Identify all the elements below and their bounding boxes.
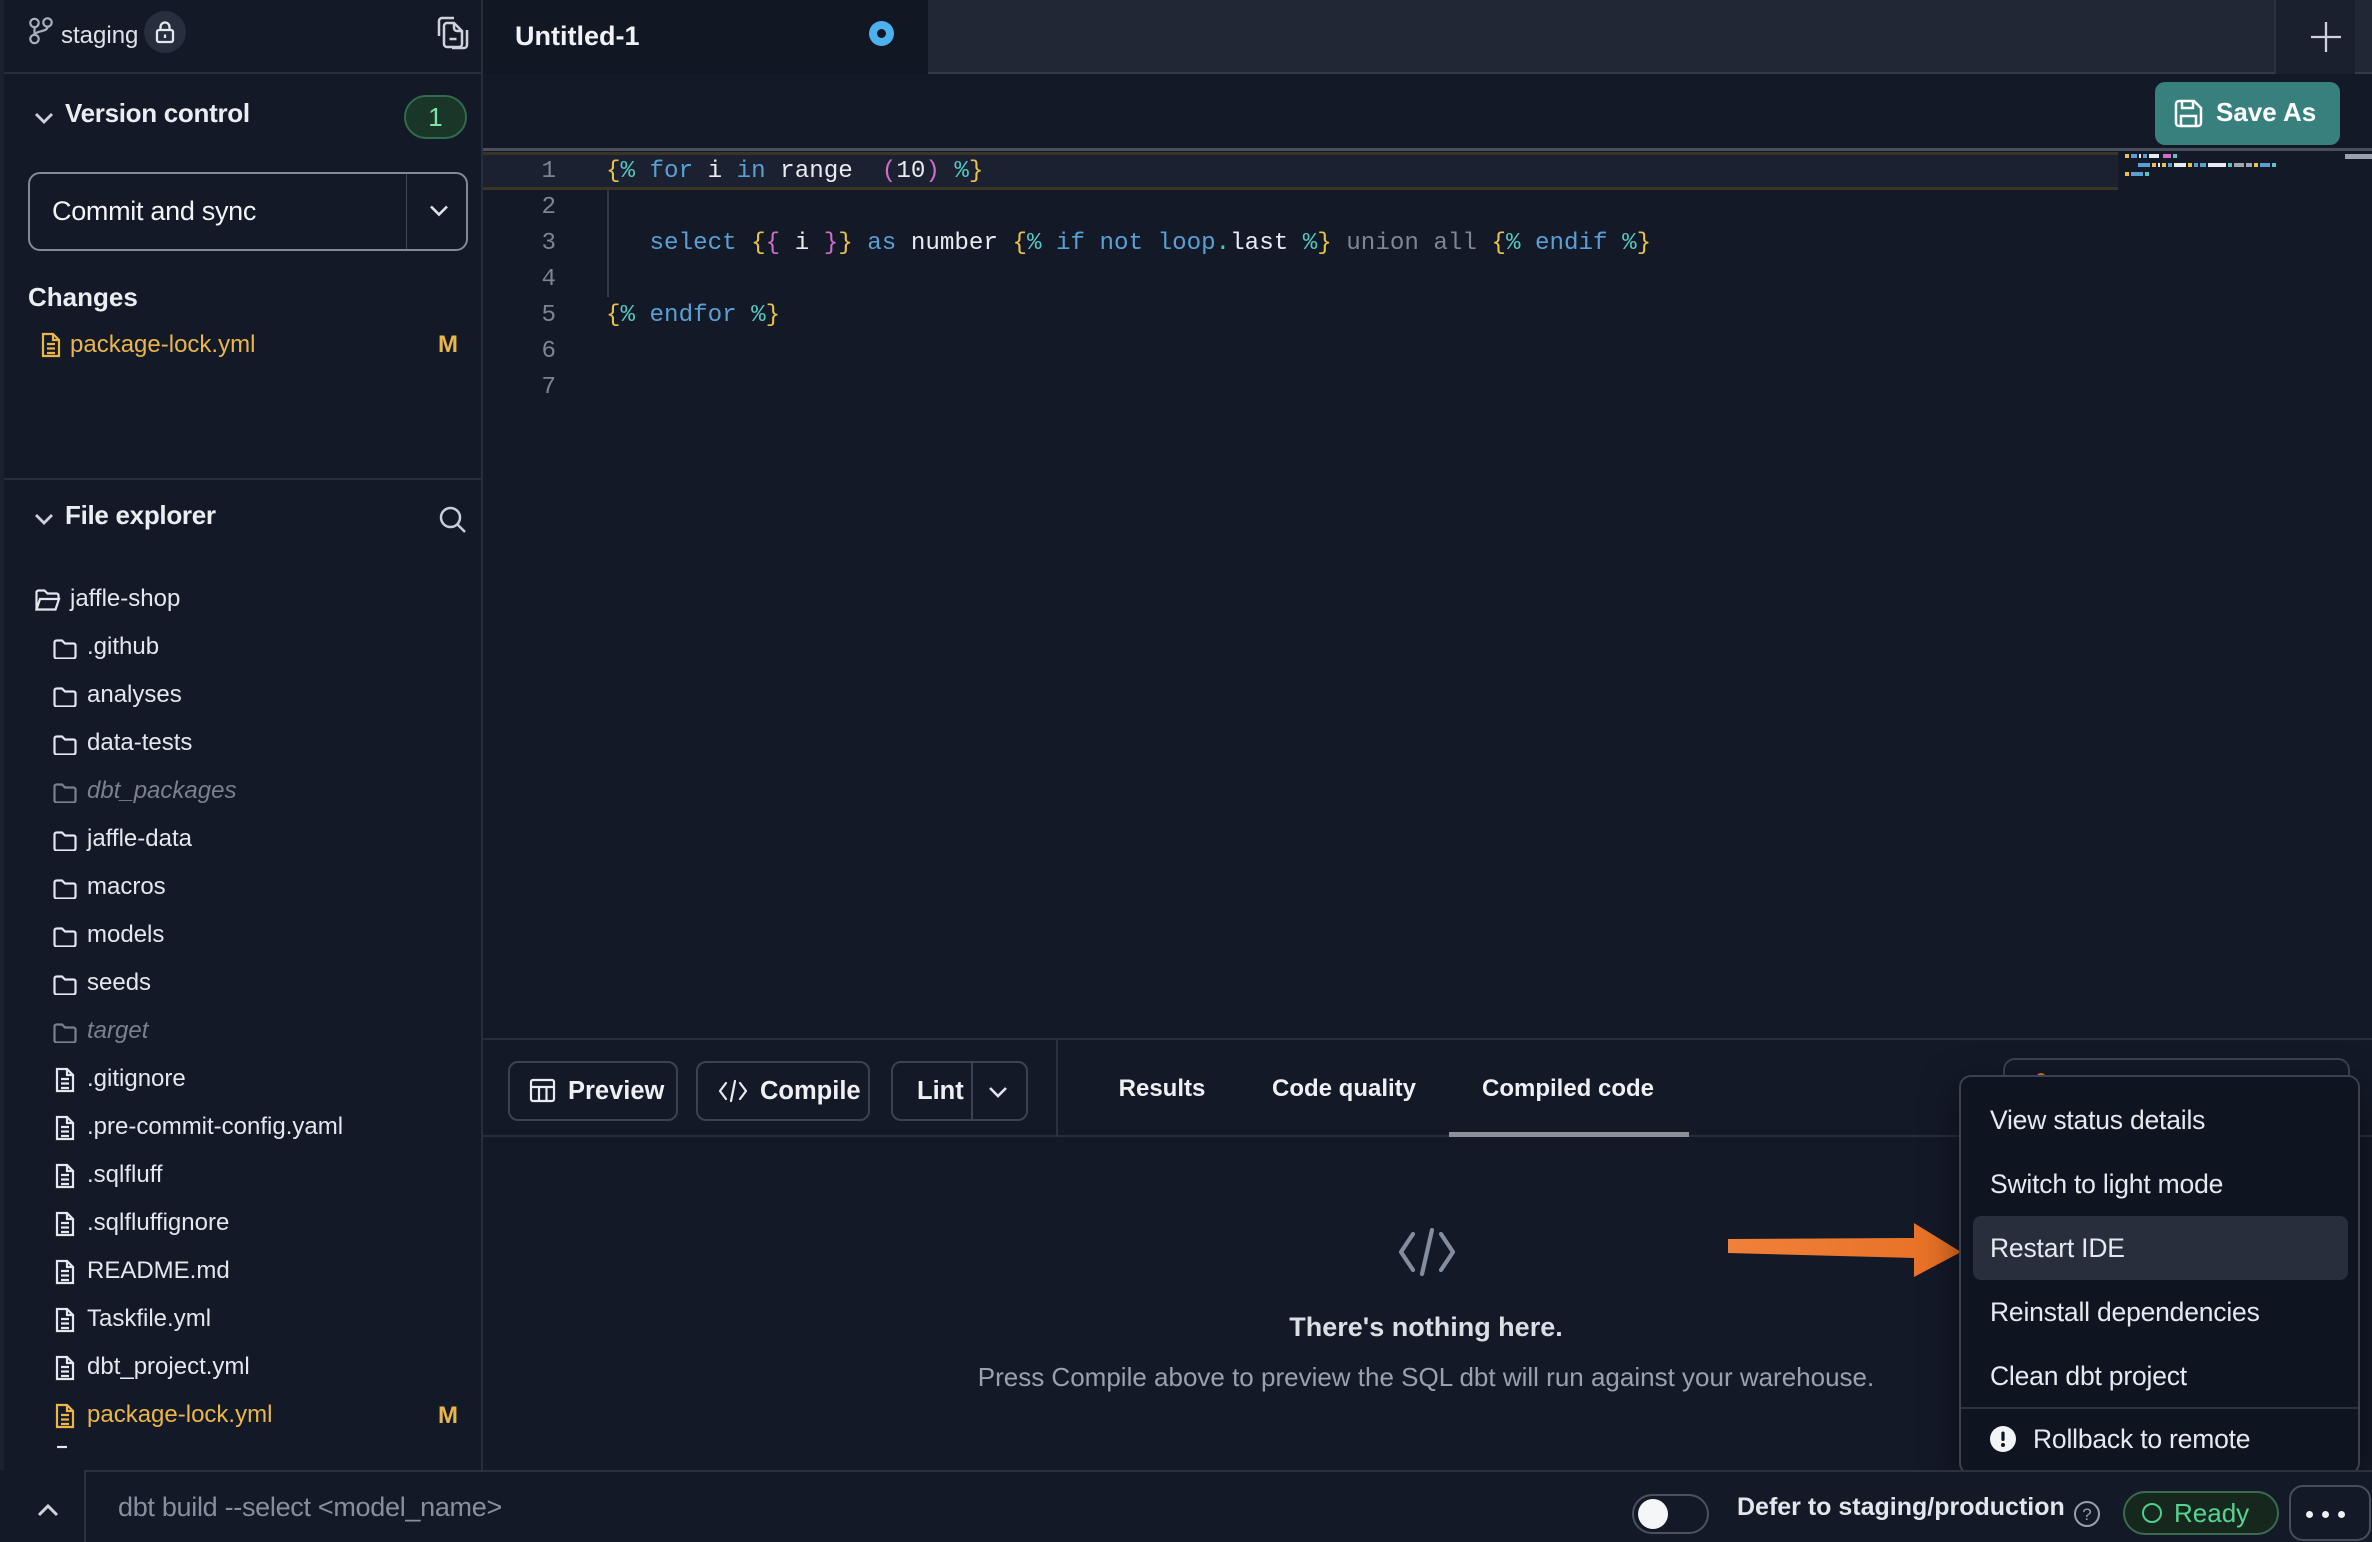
svg-text:?: ? bbox=[2082, 1505, 2091, 1524]
